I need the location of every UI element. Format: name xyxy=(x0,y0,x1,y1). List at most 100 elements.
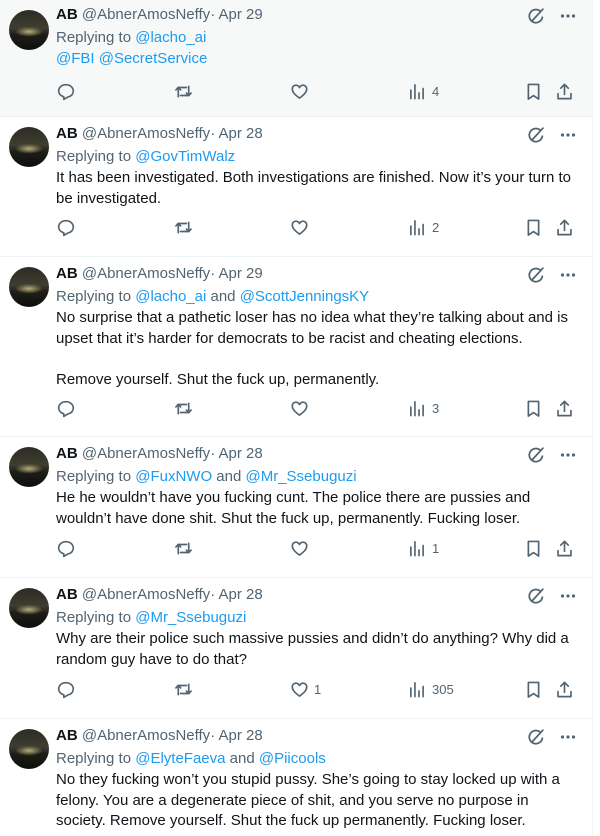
author-handle[interactable]: @AbnerAmosNeffy xyxy=(82,125,210,142)
bookmark-button[interactable] xyxy=(524,80,543,102)
like-button[interactable] xyxy=(290,537,314,559)
grok-icon[interactable] xyxy=(526,125,546,145)
avatar[interactable] xyxy=(9,10,49,50)
tweet-date[interactable]: Apr 28 xyxy=(219,445,263,462)
tweet-paragraph: No surprise that a pathetic loser has no… xyxy=(56,309,568,347)
reply-tweet[interactable]: AB @AbnerAmosNeffy· Apr 29 Replying to @… xyxy=(0,257,592,437)
bookmark-button[interactable] xyxy=(524,537,543,559)
more-icon[interactable] xyxy=(558,445,578,465)
bookmark-button[interactable] xyxy=(524,216,543,238)
author-name[interactable]: AB xyxy=(56,586,78,603)
share-button[interactable] xyxy=(555,397,574,419)
mention-link[interactable]: @Mr_Ssebuguzi xyxy=(245,468,356,485)
like-icon xyxy=(291,400,308,416)
mention-link[interactable]: @ElyteFaeva xyxy=(135,750,225,767)
share-button[interactable] xyxy=(555,678,574,700)
tweet-top-actions xyxy=(526,125,578,145)
retweet-button[interactable] xyxy=(174,216,193,238)
more-icon[interactable] xyxy=(558,586,578,606)
reply-button[interactable] xyxy=(56,678,75,700)
tweet-date[interactable]: Apr 28 xyxy=(219,727,263,744)
bookmark-icon xyxy=(527,219,540,236)
reply-tweet[interactable]: AB @AbnerAmosNeffy· Apr 29 Replying to @… xyxy=(0,0,592,117)
bookmark-button[interactable] xyxy=(524,397,543,419)
retweet-button[interactable] xyxy=(174,537,193,559)
more-icon[interactable] xyxy=(558,125,578,145)
grok-icon[interactable] xyxy=(526,6,546,26)
share-button[interactable] xyxy=(555,216,574,238)
share-button[interactable] xyxy=(555,80,574,102)
mention-link[interactable]: @lacho_ai xyxy=(135,288,206,305)
retweet-button[interactable] xyxy=(174,678,193,700)
mention-links[interactable]: @FBI @SecretService xyxy=(56,49,576,70)
share-button[interactable] xyxy=(555,537,574,559)
views-button[interactable]: 2 xyxy=(408,216,439,238)
like-button[interactable] xyxy=(290,216,314,238)
author-handle[interactable]: @AbnerAmosNeffy xyxy=(82,586,210,603)
reply-button[interactable] xyxy=(56,397,75,419)
tweet-text: No they fucking won’t you stupid pussy. … xyxy=(56,770,576,832)
mention-link[interactable]: @lacho_ai xyxy=(135,29,206,46)
share-icon xyxy=(557,400,572,416)
like-button[interactable] xyxy=(290,80,314,102)
grok-icon[interactable] xyxy=(526,445,546,465)
retweet-icon xyxy=(175,682,192,696)
avatar[interactable] xyxy=(9,729,49,769)
mention-link[interactable]: @GovTimWalz xyxy=(135,148,235,165)
tweet-header: AB @AbnerAmosNeffy· Apr 28 xyxy=(56,585,263,605)
like-button[interactable]: 1 xyxy=(290,678,321,700)
author-handle[interactable]: @AbnerAmosNeffy xyxy=(82,727,210,744)
tweet-date[interactable]: Apr 28 xyxy=(219,125,263,142)
tweet-date[interactable]: Apr 29 xyxy=(219,265,263,282)
mention-link[interactable]: @FuxNWO xyxy=(135,468,212,485)
reply-tweet[interactable]: AB @AbnerAmosNeffy· Apr 28 Replying to @… xyxy=(0,719,592,836)
more-icon[interactable] xyxy=(558,265,578,285)
author-name[interactable]: AB xyxy=(56,727,78,744)
like-count: 1 xyxy=(314,681,322,697)
grok-icon[interactable] xyxy=(526,265,546,285)
author-handle[interactable]: @AbnerAmosNeffy xyxy=(82,445,210,462)
avatar[interactable] xyxy=(9,447,49,487)
date-separator: · xyxy=(210,586,216,603)
author-name[interactable]: AB xyxy=(56,445,78,462)
grok-icon[interactable] xyxy=(526,586,546,606)
bookmark-icon xyxy=(527,540,540,557)
author-handle[interactable]: @AbnerAmosNeffy xyxy=(82,6,210,23)
retweet-icon xyxy=(175,220,192,234)
views-button[interactable]: 1 xyxy=(408,537,439,559)
share-icon xyxy=(557,540,572,556)
author-name[interactable]: AB xyxy=(56,265,78,282)
avatar[interactable] xyxy=(9,588,49,628)
author-handle[interactable]: @AbnerAmosNeffy xyxy=(82,265,210,282)
reply-button[interactable] xyxy=(56,80,75,102)
grok-icon[interactable] xyxy=(526,727,546,747)
reply-tweet[interactable]: AB @AbnerAmosNeffy· Apr 28 Replying to @… xyxy=(0,117,592,257)
replying-to-label: Replying to xyxy=(56,750,132,767)
replying-to: Replying to @lacho_ai xyxy=(56,27,206,49)
view-count: 2 xyxy=(432,219,440,235)
avatar[interactable] xyxy=(9,267,49,307)
views-icon xyxy=(410,400,424,416)
reply-button[interactable] xyxy=(56,216,75,238)
retweet-button[interactable] xyxy=(174,397,193,419)
tweet-paragraph: Why are their police such massive pussie… xyxy=(56,630,569,668)
views-button[interactable]: 305 xyxy=(408,678,454,700)
bookmark-button[interactable] xyxy=(524,678,543,700)
reply-button[interactable] xyxy=(56,537,75,559)
views-button[interactable]: 4 xyxy=(408,80,439,102)
author-name[interactable]: AB xyxy=(56,125,78,142)
more-icon[interactable] xyxy=(558,727,578,747)
avatar[interactable] xyxy=(9,127,49,167)
reply-tweet[interactable]: AB @AbnerAmosNeffy· Apr 28 Replying to @… xyxy=(0,437,592,578)
mention-link[interactable]: @Mr_Ssebuguzi xyxy=(135,609,246,626)
more-icon[interactable] xyxy=(558,6,578,26)
author-name[interactable]: AB xyxy=(56,6,78,23)
views-button[interactable]: 3 xyxy=(408,397,439,419)
reply-tweet[interactable]: AB @AbnerAmosNeffy· Apr 28 Replying to @… xyxy=(0,578,592,719)
mention-link[interactable]: @ScottJenningsKY xyxy=(240,288,369,305)
tweet-date[interactable]: Apr 28 xyxy=(219,586,263,603)
like-button[interactable] xyxy=(290,397,314,419)
retweet-button[interactable] xyxy=(174,80,193,102)
mention-link[interactable]: @Piicools xyxy=(259,750,326,767)
tweet-date[interactable]: Apr 29 xyxy=(219,6,263,23)
